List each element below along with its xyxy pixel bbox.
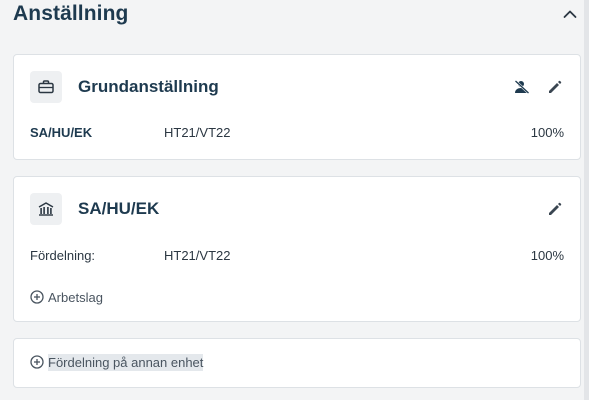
- edit-employment-button[interactable]: [544, 77, 564, 97]
- distribution-period: HT21/VT22: [164, 247, 231, 263]
- pencil-icon: [548, 80, 561, 93]
- employment-card-header: Grundanställning: [30, 71, 564, 103]
- section-header: Anställning: [13, 0, 583, 28]
- unit-card-title: SA/HU/EK: [78, 199, 160, 218]
- remove-person-button[interactable]: [512, 77, 532, 97]
- unit-card-actions: [544, 199, 564, 219]
- employment-period: HT21/VT22: [164, 124, 231, 140]
- add-team-button[interactable]: Arbetslag: [30, 287, 103, 307]
- other-unit-card: Fördelning på annan enhet: [13, 338, 581, 388]
- employment-card-actions: [512, 77, 564, 97]
- building-icon: [38, 202, 54, 216]
- add-team-label: Arbetslag: [48, 289, 103, 305]
- employment-row: SA/HU/EK HT21/VT22 100%: [30, 122, 564, 142]
- unit-card-header: SA/HU/EK: [30, 193, 564, 225]
- add-other-unit-label: Fördelning på annan enhet: [48, 353, 204, 371]
- pencil-icon: [548, 202, 561, 215]
- employment-card-title: Grundanställning: [78, 77, 219, 96]
- plus-circle-icon: [30, 355, 44, 369]
- briefcase-icon: [38, 80, 54, 94]
- employment-icon-box: [30, 71, 62, 103]
- employment-unit: SA/HU/EK: [30, 124, 93, 140]
- scrollbar[interactable]: [584, 0, 589, 400]
- unit-card: SA/HU/EK Fördelning: HT21/VT22 100% Arbe…: [13, 176, 581, 322]
- distribution-row: Fördelning: HT21/VT22 100%: [30, 245, 564, 265]
- edit-unit-button[interactable]: [544, 199, 564, 219]
- add-other-unit-button[interactable]: Fördelning på annan enhet: [30, 352, 204, 372]
- employment-percent: 100%: [530, 124, 564, 140]
- distribution-label: Fördelning:: [30, 247, 96, 263]
- section-title: Anställning: [13, 2, 129, 25]
- distribution-percent: 100%: [530, 247, 564, 263]
- user-off-icon: [514, 80, 530, 94]
- collapse-button[interactable]: [559, 3, 581, 25]
- chevron-up-icon: [563, 10, 577, 18]
- unit-icon-box: [30, 193, 62, 225]
- plus-circle-icon: [30, 290, 44, 304]
- employment-card: Grundanställning SA/HU/EK HT21/VT22 100%: [13, 54, 581, 160]
